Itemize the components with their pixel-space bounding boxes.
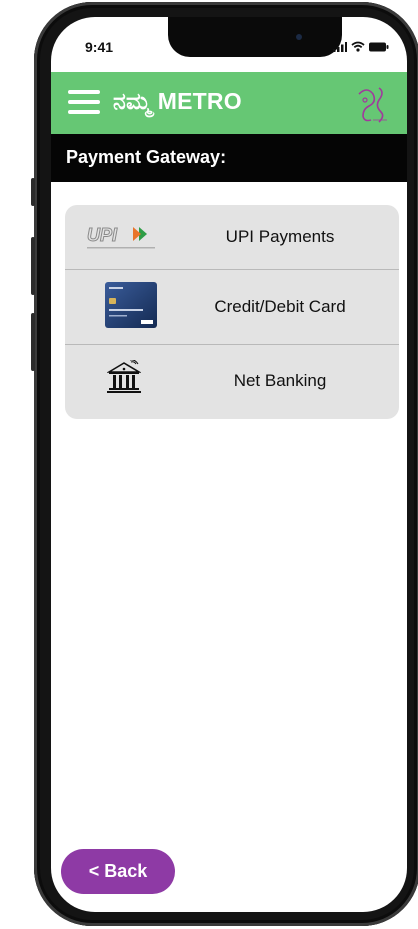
front-camera (296, 34, 302, 40)
volume-up-button (31, 237, 35, 295)
status-time: 9:41 (85, 39, 114, 55)
mute-switch (31, 178, 35, 206)
payment-option-netbanking[interactable]: Net Banking (65, 345, 399, 419)
svg-text:UPI: UPI (87, 225, 118, 245)
brand-logo (358, 87, 387, 123)
bank-icon (107, 360, 141, 393)
status-icons (333, 41, 389, 52)
upi-logo-icon: UPI (87, 225, 155, 249)
wifi-icon (351, 41, 365, 52)
battery-icon (369, 42, 389, 51)
section-title: Payment Gateway: (66, 147, 227, 167)
payment-options-card: UPI UPI Payments Credit/Debit Card Net B… (65, 205, 399, 419)
phone-screen: 9:41 ನಮ್ಮ METRO Payment Gateway: UPI UPI… (51, 17, 407, 912)
signal-icon (333, 41, 347, 52)
payment-option-upi[interactable]: UPI UPI Payments (65, 205, 399, 270)
payment-option-card[interactable]: Credit/Debit Card (65, 269, 399, 345)
app-title: ನಮ್ಮ METRO (113, 88, 242, 114)
back-button[interactable]: < Back (61, 849, 175, 894)
notch (168, 17, 342, 57)
app-bar: ನಮ್ಮ METRO (51, 72, 407, 134)
credit-card-icon (105, 282, 157, 328)
volume-down-button (31, 313, 35, 371)
section-header: Payment Gateway: (51, 134, 407, 182)
upi-option-label: UPI Payments (225, 227, 335, 246)
card-option-label: Credit/Debit Card (214, 297, 346, 316)
menu-icon[interactable] (68, 90, 100, 114)
netbanking-option-label: Net Banking (233, 371, 327, 390)
